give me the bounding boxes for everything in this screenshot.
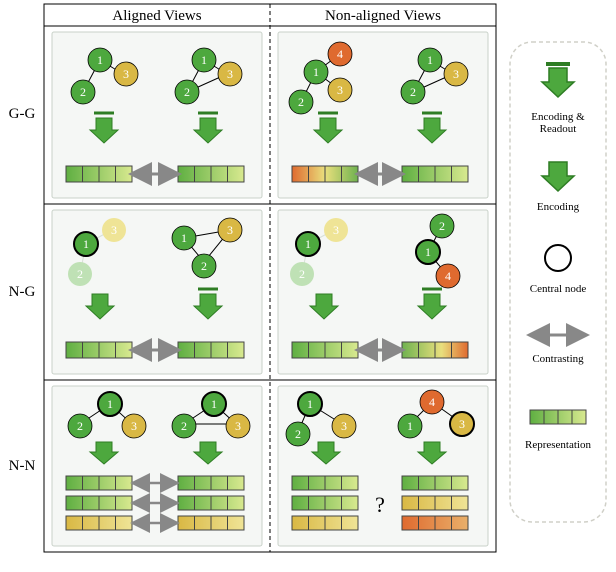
svg-text:3: 3 — [123, 67, 129, 81]
svg-text:3: 3 — [111, 223, 117, 237]
svg-text:3: 3 — [337, 83, 343, 97]
legend-central-label: Central node — [530, 283, 587, 295]
svg-text:2: 2 — [80, 85, 86, 99]
legend-enc-label: Encoding — [537, 201, 580, 213]
svg-text:3: 3 — [453, 67, 459, 81]
svg-text:1: 1 — [97, 53, 103, 67]
svg-text:1: 1 — [107, 397, 113, 411]
svg-text:2: 2 — [299, 267, 305, 281]
svg-text:2: 2 — [410, 85, 416, 99]
question-mark: ? — [375, 492, 385, 517]
svg-text:4: 4 — [337, 47, 343, 61]
legend-contrast-label: Contrasting — [532, 353, 584, 365]
svg-text:2: 2 — [295, 427, 301, 441]
svg-text:3: 3 — [235, 419, 241, 433]
svg-text:1: 1 — [425, 245, 431, 259]
svg-text:1: 1 — [427, 53, 433, 67]
svg-text:4: 4 — [445, 269, 451, 283]
svg-text:3: 3 — [459, 417, 465, 431]
legend-panel: Encoding &Readout Encoding Central node … — [510, 42, 606, 522]
svg-text:2: 2 — [201, 259, 207, 273]
svg-text:1: 1 — [313, 65, 319, 79]
svg-text:2: 2 — [298, 95, 304, 109]
svg-text:1: 1 — [181, 231, 187, 245]
svg-text:2: 2 — [439, 219, 445, 233]
svg-text:2: 2 — [181, 419, 187, 433]
svg-text:2: 2 — [77, 419, 83, 433]
svg-text:1: 1 — [307, 397, 313, 411]
svg-text:2: 2 — [184, 85, 190, 99]
rowlabel-nn: N-N — [9, 458, 36, 474]
header-aligned: Aligned Views — [112, 8, 201, 24]
header-nonaligned: Non-aligned Views — [325, 8, 441, 24]
legend-rep-icon — [530, 410, 586, 424]
rowlabel-gg: G-G — [9, 106, 36, 122]
rowlabel-ng: N-G — [9, 284, 36, 300]
svg-text:1: 1 — [305, 237, 311, 251]
svg-text:3: 3 — [131, 419, 137, 433]
svg-text:1: 1 — [211, 397, 217, 411]
svg-text:1: 1 — [407, 419, 413, 433]
svg-text:2: 2 — [77, 267, 83, 281]
svg-text:3: 3 — [333, 223, 339, 237]
svg-text:1: 1 — [83, 237, 89, 251]
svg-text:3: 3 — [227, 67, 233, 81]
svg-text:3: 3 — [341, 419, 347, 433]
diagram-root: Encoding &Readout Encoding Central node … — [0, 0, 616, 572]
svg-text:3: 3 — [227, 223, 233, 237]
svg-text:4: 4 — [429, 395, 435, 409]
svg-text:1: 1 — [201, 53, 207, 67]
legend-rep-label: Representation — [525, 439, 591, 451]
